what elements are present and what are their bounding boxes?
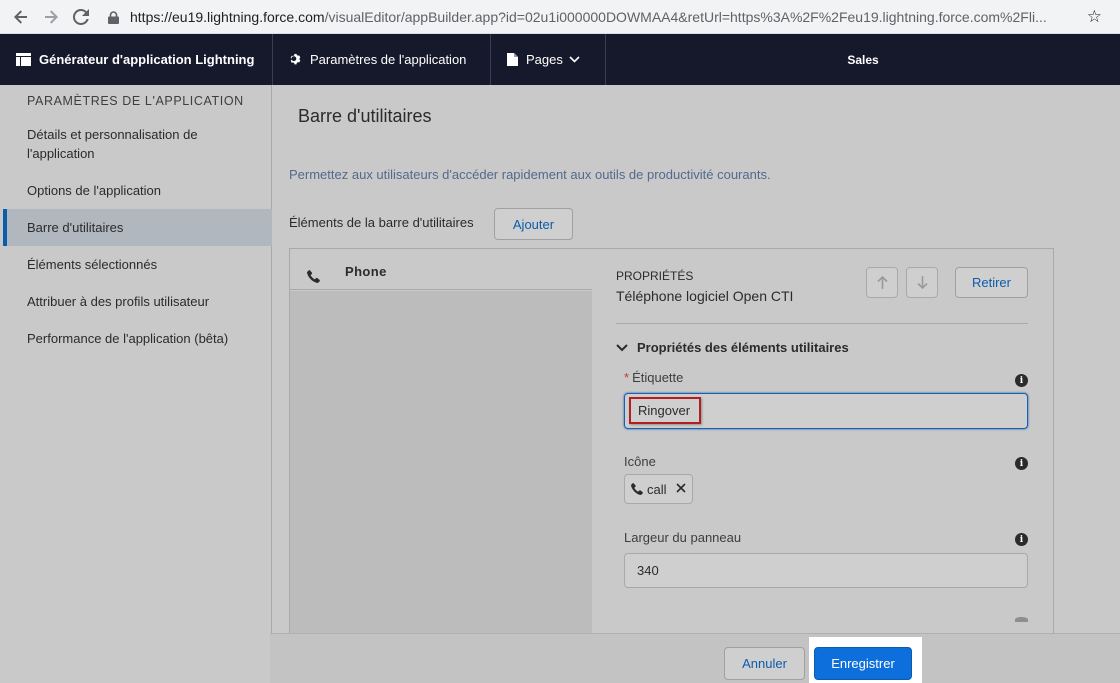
gear-icon xyxy=(289,53,302,66)
info-icon[interactable]: i xyxy=(1015,533,1028,546)
cancel-button[interactable]: Annuler xyxy=(724,647,805,680)
chevron-down-icon xyxy=(569,56,580,63)
panel-width-field-label: Largeur du panneau xyxy=(624,530,742,545)
close-icon[interactable] xyxy=(674,481,688,495)
url-text: https://eu19.lightning.force.com/visualE… xyxy=(130,9,1047,25)
current-app-name: Sales xyxy=(606,34,1120,85)
list-empty-area xyxy=(290,291,592,634)
url-domain: https://eu19.lightning.force.com xyxy=(130,9,325,25)
info-icon-partial xyxy=(1015,617,1028,622)
utility-properties-section-title: Propriétés des éléments utilitaires xyxy=(637,340,849,355)
properties-panel: PROPRIÉTÉS Téléphone logiciel Open CTI R… xyxy=(615,249,1028,634)
lock-icon xyxy=(108,10,122,24)
forward-arrow-icon[interactable] xyxy=(36,2,66,32)
current-app-name-text: Sales xyxy=(847,52,879,67)
label-field-label: * Étiquette xyxy=(624,370,683,385)
address-bar[interactable]: https://eu19.lightning.force.com/visualE… xyxy=(108,5,1072,29)
utility-items-list: Phone xyxy=(290,249,592,634)
page-title: Barre d'utilitaires xyxy=(298,106,432,126)
phone-icon xyxy=(631,483,643,495)
settings-sidebar: PARAMÈTRES DE L'APPLICATION Détails et p… xyxy=(0,85,272,683)
sidebar-item-app-details[interactable]: Détails et personnalisation de l'applica… xyxy=(3,125,272,163)
arrow-up-icon xyxy=(876,276,888,289)
pages-dropdown[interactable]: Pages xyxy=(491,34,606,85)
chevron-down-icon xyxy=(616,343,628,352)
sidebar-item-app-performance[interactable]: Performance de l'application (bêta) xyxy=(3,329,272,348)
pages-label: Pages xyxy=(526,52,563,67)
properties-heading: PROPRIÉTÉS xyxy=(616,269,694,283)
icon-pill-label: call xyxy=(647,481,667,497)
panel-width-input[interactable]: 340 xyxy=(624,553,1028,588)
highlight-annotation: Ringover xyxy=(629,397,701,424)
icon-field-label: Icône xyxy=(624,454,656,469)
app-builder-title: Générateur d'application Lightning xyxy=(0,34,273,85)
app-builder-header: Générateur d'application Lightning Param… xyxy=(0,34,1120,85)
arrow-down-icon xyxy=(916,276,928,289)
move-up-button[interactable] xyxy=(866,267,898,298)
phone-icon xyxy=(307,270,320,286)
reload-icon[interactable] xyxy=(66,2,96,32)
sidebar-item-utility-bar[interactable]: Barre d'utilitaires xyxy=(3,209,272,246)
save-button-highlight: Enregistrer xyxy=(809,637,922,683)
main-content: Barre d'utilitaires Permettez aux utilis… xyxy=(273,85,1120,634)
back-arrow-icon[interactable] xyxy=(6,2,36,32)
list-item[interactable]: Phone xyxy=(290,249,592,290)
sidebar-item-app-options[interactable]: Options de l'application xyxy=(3,181,272,200)
url-path: /visualEditor/appBuilder.app?id=02u1i000… xyxy=(324,9,1047,25)
icon-pill[interactable]: call xyxy=(624,474,693,504)
page-icon xyxy=(507,53,518,66)
add-button[interactable]: Ajouter xyxy=(494,208,573,240)
info-icon[interactable]: i xyxy=(1015,374,1028,387)
app-builder-title-text: Générateur d'application Lightning xyxy=(39,52,255,67)
utility-items-label: Éléments de la barre d'utilitaires xyxy=(289,215,474,230)
sidebar-item-selected-items[interactable]: Éléments sélectionnés xyxy=(3,255,272,274)
properties-subtitle: Téléphone logiciel Open CTI xyxy=(616,288,794,304)
utility-properties-section-toggle[interactable]: Propriétés des éléments utilitaires xyxy=(616,340,849,355)
bookmark-star-icon[interactable]: ☆ xyxy=(1087,7,1102,27)
utility-items-panel: Phone PROPRIÉTÉS Téléphone logiciel Open… xyxy=(289,248,1054,634)
remove-button[interactable]: Retirer xyxy=(955,267,1028,298)
layout-icon xyxy=(16,53,31,66)
page-description: Permettez aux utilisateurs d'accéder rap… xyxy=(289,167,771,182)
save-button[interactable]: Enregistrer xyxy=(814,647,912,680)
sidebar-item-assign-profiles[interactable]: Attribuer à des profils utilisateur xyxy=(3,292,272,311)
required-marker: * xyxy=(624,370,630,385)
label-input[interactable]: Ringover xyxy=(624,393,1028,429)
sidebar-heading: PARAMÈTRES DE L'APPLICATION xyxy=(27,94,244,108)
label-field-label-text: Étiquette xyxy=(632,370,684,385)
app-settings-label: Paramètres de l'application xyxy=(310,52,467,67)
move-down-button[interactable] xyxy=(906,267,938,298)
footer-bar: Annuler Enregistrer xyxy=(270,633,1120,683)
app-settings-tab[interactable]: Paramètres de l'application xyxy=(273,34,491,85)
label-input-value: Ringover xyxy=(638,403,691,418)
info-icon[interactable]: i xyxy=(1015,457,1028,470)
divider xyxy=(616,323,1028,324)
browser-toolbar: https://eu19.lightning.force.com/visualE… xyxy=(0,0,1120,34)
list-item-label: Phone xyxy=(345,264,387,279)
